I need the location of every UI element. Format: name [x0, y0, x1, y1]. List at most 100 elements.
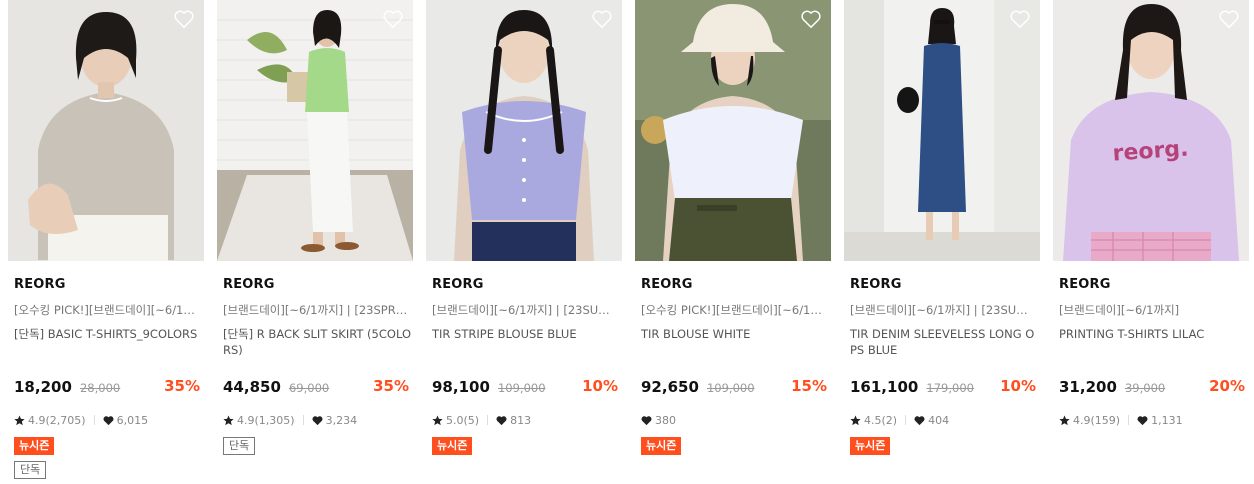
- product-name[interactable]: TIR STRIPE BLOUSE BLUE: [432, 326, 620, 342]
- like-count: 380: [655, 413, 676, 427]
- sale-price: 98,100: [432, 378, 490, 396]
- price-row: 161,100 179,000 10%: [850, 377, 1036, 397]
- product-image[interactable]: [635, 0, 831, 261]
- product-name[interactable]: TIR DENIM SLEEVELESS LONG OPS BLUE: [850, 326, 1038, 358]
- model-photo: [8, 0, 204, 261]
- discount-rate: 10%: [1000, 377, 1036, 395]
- divider: [1128, 415, 1130, 425]
- original-price: 69,000: [288, 381, 330, 395]
- original-price: 179,000: [926, 381, 974, 395]
- discount-rate: 10%: [582, 377, 618, 395]
- model-photo: [426, 0, 622, 261]
- wishlist-heart-icon[interactable]: [591, 9, 613, 29]
- price-row: 18,200 28,000 35%: [14, 377, 200, 397]
- original-price: 39,000: [1124, 381, 1166, 395]
- sale-price: 161,100: [850, 378, 919, 396]
- star-icon: [1059, 414, 1070, 426]
- star-icon: [14, 414, 25, 426]
- promo-text: [오수킹 PICK!][브랜드데이][~6/1까지]: [641, 303, 827, 317]
- promo-text: [브랜드데이][~6/1까지] | [23SPRING]: [223, 303, 409, 317]
- product-card[interactable]: REORG [오수킹 PICK!][브랜드데이][~6/1까지] [단독] BA…: [8, 0, 204, 484]
- wishlist-heart-icon[interactable]: [1009, 9, 1031, 29]
- price-row: 31,200 39,000 20%: [1059, 377, 1245, 397]
- product-stats: 5.0(5) 813: [432, 412, 531, 428]
- heart-icon: [914, 415, 925, 426]
- wishlist-heart-icon[interactable]: [173, 9, 195, 29]
- model-photo: reorg.: [1053, 0, 1249, 261]
- product-card[interactable]: REORG [브랜드데이][~6/1까지] | [23SUMMER] TIR D…: [844, 0, 1040, 484]
- product-name[interactable]: [단독] BASIC T-SHIRTS_9COLORS: [14, 326, 202, 342]
- brand-name[interactable]: REORG: [1059, 277, 1111, 292]
- product-image[interactable]: [217, 0, 413, 261]
- heart-icon: [496, 415, 507, 426]
- product-image[interactable]: [8, 0, 204, 261]
- discount-rate: 20%: [1209, 377, 1245, 395]
- discount-rate: 15%: [791, 377, 827, 395]
- heart-icon: [641, 415, 652, 426]
- promo-text: [브랜드데이][~6/1까지] | [23SUMMER]: [850, 303, 1036, 317]
- price-row: 44,850 69,000 35%: [223, 377, 409, 397]
- star-icon: [850, 414, 861, 426]
- like-count: 3,234: [325, 413, 358, 427]
- divider: [487, 415, 489, 425]
- product-grid: REORG [오수킹 PICK!][브랜드데이][~6/1까지] [단독] BA…: [0, 0, 1254, 484]
- product-name[interactable]: TIR BLOUSE WHITE: [641, 326, 829, 342]
- discount-rate: 35%: [164, 377, 200, 395]
- product-stats: 4.9(1,305) 3,234: [223, 412, 357, 428]
- product-card[interactable]: reorg. REORG [브랜드데이][~6/1까지] PRINTING T-…: [1053, 0, 1249, 484]
- divider: [302, 415, 304, 425]
- product-name[interactable]: PRINTING T-SHIRTS LILAC: [1059, 326, 1247, 342]
- product-image[interactable]: reorg.: [1053, 0, 1249, 261]
- model-photo: [635, 0, 831, 261]
- divider: [93, 415, 95, 425]
- rating-value: 4.9(1,305): [237, 413, 295, 427]
- tshirt-print-logo: reorg.: [1112, 136, 1189, 166]
- wishlist-heart-icon[interactable]: [1218, 9, 1240, 29]
- sale-price: 18,200: [14, 378, 72, 396]
- product-stats: 4.5(2) 404: [850, 412, 949, 428]
- star-icon: [432, 414, 443, 426]
- like-count: 813: [510, 413, 532, 427]
- rating-value: 4.9(159): [1073, 413, 1121, 427]
- original-price: 109,000: [497, 381, 546, 395]
- divider: [905, 415, 907, 425]
- brand-name[interactable]: REORG: [850, 277, 902, 292]
- wishlist-heart-icon[interactable]: [382, 9, 404, 29]
- product-stats: 4.9(159) 1,131: [1059, 412, 1183, 428]
- sale-price: 31,200: [1059, 378, 1117, 396]
- like-count: 6,015: [116, 413, 149, 427]
- price-row: 92,650 109,000 15%: [641, 377, 827, 397]
- heart-icon: [1137, 415, 1148, 426]
- heart-icon: [103, 415, 114, 426]
- product-stats: 4.9(2,705) 6,015: [14, 412, 148, 428]
- promo-text: [오수킹 PICK!][브랜드데이][~6/1까지]: [14, 303, 200, 317]
- brand-name[interactable]: REORG: [14, 277, 66, 292]
- product-image[interactable]: [426, 0, 622, 261]
- product-card[interactable]: REORG [브랜드데이][~6/1까지] | [23SPRING] [단독] …: [217, 0, 413, 484]
- sale-price: 92,650: [641, 378, 699, 396]
- price-row: 98,100 109,000 10%: [432, 377, 618, 397]
- exclusive-badge: 단독: [14, 461, 47, 479]
- model-photo: [217, 0, 413, 261]
- promo-text: [브랜드데이][~6/1까지]: [1059, 303, 1180, 317]
- brand-name[interactable]: REORG: [641, 277, 693, 292]
- model-photo: [844, 0, 1040, 261]
- product-image[interactable]: [844, 0, 1040, 261]
- heart-icon: [312, 415, 323, 426]
- exclusive-badge: 단독: [223, 437, 256, 455]
- star-icon: [223, 414, 234, 426]
- wishlist-heart-icon[interactable]: [800, 9, 822, 29]
- sale-price: 44,850: [223, 378, 281, 396]
- new-season-badge: 뉴시즌: [432, 437, 473, 455]
- rating-value: 5.0(5): [446, 413, 480, 427]
- brand-name[interactable]: REORG: [432, 277, 484, 292]
- new-season-badge: 뉴시즌: [641, 437, 682, 455]
- product-card[interactable]: REORG [오수킹 PICK!][브랜드데이][~6/1까지] TIR BLO…: [635, 0, 831, 484]
- original-price: 28,000: [79, 381, 121, 395]
- brand-name[interactable]: REORG: [223, 277, 275, 292]
- discount-rate: 35%: [373, 377, 409, 395]
- product-stats: 380: [641, 412, 676, 428]
- rating-value: 4.9(2,705): [28, 413, 86, 427]
- product-card[interactable]: REORG [브랜드데이][~6/1까지] | [23SUMMER] TIR S…: [426, 0, 622, 484]
- product-name[interactable]: [단독] R BACK SLIT SKIRT (5COLORS): [223, 326, 411, 358]
